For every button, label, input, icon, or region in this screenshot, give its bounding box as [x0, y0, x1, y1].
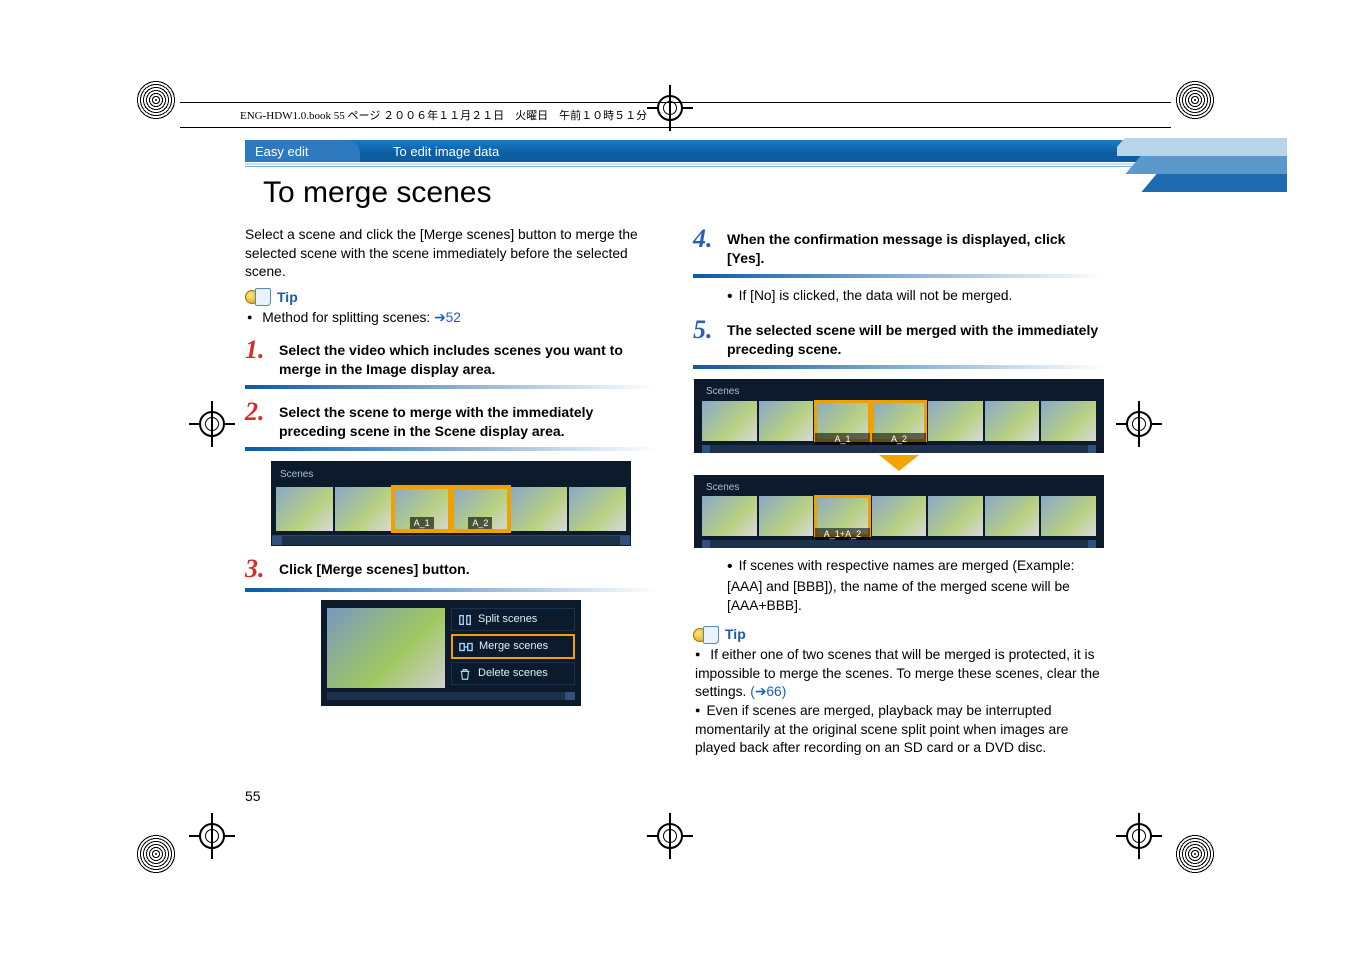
- step-number-3: 3.: [245, 556, 269, 582]
- divider: [693, 274, 1105, 278]
- merge-icon: [459, 640, 473, 654]
- registration-mark-icon: [1119, 404, 1159, 444]
- scrollbar: [702, 445, 1096, 453]
- step-number-1: 1.: [245, 337, 269, 363]
- crop-mark-icon: [1175, 80, 1215, 120]
- step-3-title: Click [Merge scenes] button.: [279, 556, 470, 579]
- link-page-52[interactable]: ➔52: [434, 310, 461, 325]
- registration-mark-icon: [650, 816, 690, 856]
- crop-mark-icon: [136, 834, 176, 874]
- divider: [693, 365, 1105, 369]
- merge-result-screenshot: Scenes .. A_1 A_2 ...: [694, 379, 1104, 548]
- menu-delete-scenes: Delete scenes: [451, 662, 575, 685]
- registration-mark-icon: [192, 816, 232, 856]
- tab-easy-edit: Easy edit: [245, 140, 360, 162]
- menu-split-scenes: Split scenes: [451, 608, 575, 631]
- scene-thumb: [335, 487, 392, 531]
- step-number-4: 4.: [693, 226, 717, 252]
- scrollbar: [272, 535, 630, 545]
- link-page-66[interactable]: (➔66): [750, 684, 786, 699]
- scene-thumb: [276, 487, 333, 531]
- scene-panel-label: Scenes: [272, 462, 630, 484]
- tip-bullet: Even if scenes are merged, playback may …: [695, 702, 1105, 758]
- step-number-2: 2.: [245, 399, 269, 425]
- trash-icon: [458, 667, 472, 681]
- crop-mark-icon: [1175, 834, 1215, 874]
- step-4-title: When the confirmation message is display…: [727, 226, 1105, 268]
- scene-thumb: [511, 487, 568, 531]
- intro-text: Select a scene and click the [Merge scen…: [245, 226, 657, 282]
- scene-thumb: [569, 487, 626, 531]
- tip-bullet: If either one of two scenes that will be…: [695, 646, 1105, 702]
- split-icon: [458, 613, 472, 627]
- tip-label: Tip: [725, 625, 746, 644]
- divider: [245, 588, 657, 592]
- step-number-5: 5.: [693, 317, 717, 343]
- tip-bullet: Method for splitting scenes: ➔52: [247, 309, 657, 328]
- scene-thumb-a1: A_1: [393, 487, 450, 531]
- menu-merge-scenes: Merge scenes: [451, 634, 575, 659]
- registration-mark-icon: [1119, 816, 1159, 856]
- corner-decoration: [1117, 136, 1287, 196]
- step-2-title: Select the scene to merge with the immed…: [279, 399, 657, 441]
- tip-icon: [245, 288, 271, 306]
- divider: [245, 447, 657, 451]
- scene-panel-label: Scenes: [698, 381, 1100, 401]
- step-5-note: If scenes with respective names are merg…: [727, 556, 1105, 615]
- scene-thumb-a2: A_2: [452, 487, 509, 531]
- file-header: ENG-HDW1.0.book 55 ページ ２００６年１１月２１日 火曜日 午…: [180, 102, 1171, 128]
- scrollbar: [702, 540, 1096, 548]
- step-4-note: If [No] is clicked, the data will not be…: [727, 286, 1105, 308]
- scene-strip-screenshot: Scenes A_1 A_2: [271, 461, 631, 547]
- tip-icon: [693, 626, 719, 644]
- scene-panel-label: Scenes: [698, 477, 1100, 497]
- arrow-down-icon: [879, 455, 919, 471]
- scrollbar: [327, 692, 575, 700]
- preview-thumb: [327, 608, 445, 688]
- tip-label: Tip: [277, 288, 298, 307]
- step-5-title: The selected scene will be merged with t…: [727, 317, 1105, 359]
- tab-subsection: To edit image data: [365, 140, 511, 162]
- section-tabs: Easy edit To edit image data: [245, 140, 1105, 170]
- page-title: To merge scenes: [263, 176, 1105, 210]
- divider: [245, 385, 657, 389]
- crop-mark-icon: [136, 80, 176, 120]
- merge-menu-screenshot: Split scenes Merge scenes Delete scenes: [321, 600, 581, 706]
- step-1-title: Select the video which includes scenes y…: [279, 337, 657, 379]
- registration-mark-icon: [192, 404, 232, 444]
